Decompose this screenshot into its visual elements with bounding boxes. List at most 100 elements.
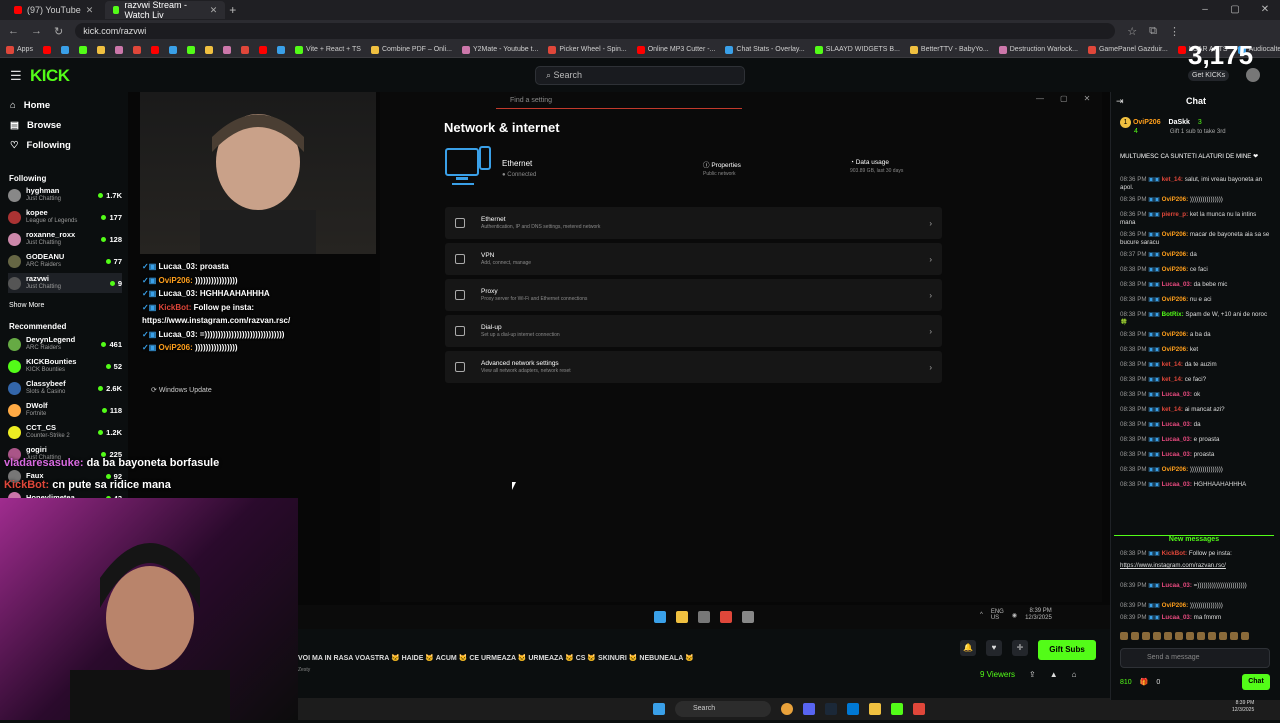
minimize-button[interactable]: –	[1190, 0, 1220, 20]
bookmark-item[interactable]: Destruction Warlock...	[998, 45, 1078, 54]
back-icon[interactable]: ←	[8, 25, 19, 37]
forward-icon[interactable]: →	[31, 25, 42, 37]
emote-bar[interactable]	[1120, 632, 1270, 644]
bookmark-item[interactable]: Online MP3 Cutter -...	[636, 45, 715, 54]
heart-icon[interactable]: ♥	[986, 640, 1002, 656]
maximize-button[interactable]: ▢	[1220, 0, 1250, 20]
bookmark-label: Vite + React + TS	[305, 46, 361, 53]
channel-item[interactable]: CCT_CS Counter-Strike 2 1.2K	[8, 422, 122, 442]
bookmark-item[interactable]	[60, 45, 69, 54]
bookmark-item[interactable]: SLAAYD WIDGETS B...	[814, 45, 900, 54]
taskbar-search[interactable]: Search	[675, 701, 771, 717]
bookmark-item[interactable]	[114, 45, 123, 54]
kick-logo[interactable]: KICK	[30, 66, 70, 86]
steam-icon[interactable]	[825, 703, 837, 715]
bookmark-icon	[150, 45, 159, 54]
vscode-icon[interactable]	[847, 703, 859, 715]
bookmark-item[interactable]	[186, 45, 195, 54]
user-avatar[interactable]	[1246, 68, 1260, 82]
bookmark-item[interactable]: GamePanel Gazduir...	[1087, 45, 1168, 54]
bookmark-item[interactable]: Combine PDF – Onli...	[370, 45, 452, 54]
channel-item[interactable]: DWolf Fortnite 118	[8, 400, 122, 420]
msg-text: ))))))))))))))))	[1189, 602, 1223, 609]
gift-icon[interactable]: 🎁	[1140, 678, 1149, 686]
bookmark-item[interactable]	[132, 45, 141, 54]
bookmark-item[interactable]	[276, 45, 285, 54]
bookmark-item[interactable]	[150, 45, 159, 54]
alert-icon[interactable]: ▲	[1050, 670, 1058, 679]
bookmark-item[interactable]	[240, 45, 249, 54]
channel-item[interactable]: kopee League of Legends 177	[8, 207, 122, 227]
badge-icon: ▣▣	[1148, 391, 1160, 398]
channel-item[interactable]: razvwi Just Chatting 9	[8, 273, 122, 293]
viewer-count: 9 Viewers	[980, 670, 1015, 679]
url-field[interactable]: kick.com/razvwi	[75, 23, 1116, 39]
close-icon[interactable]: ✕	[86, 5, 94, 16]
bookmark-item[interactable]	[222, 45, 231, 54]
star-icon[interactable]: ☆	[1127, 25, 1137, 38]
settings-search-input: Find a setting	[496, 97, 742, 109]
menu-dots-icon[interactable]: ⋮	[1169, 25, 1180, 38]
theater-icon[interactable]: ⌂	[1072, 670, 1077, 679]
bookmark-item[interactable]	[78, 45, 87, 54]
bookmark-item[interactable]: Y2Mate - Youtube t...	[462, 45, 538, 54]
channel-item[interactable]: DevynLegend ARC Raiders 461	[8, 334, 122, 354]
msg-text: ))))))))))))))))	[1189, 196, 1223, 203]
menu-icon[interactable]: ☰	[10, 68, 22, 84]
channel-item[interactable]: hyghman Just Chatting 1.7K	[8, 185, 122, 205]
more-icon[interactable]: ✛	[1012, 640, 1028, 656]
folder-icon[interactable]	[869, 703, 881, 715]
home-icon: ⌂	[10, 100, 16, 111]
reload-icon[interactable]: ↻	[54, 25, 63, 38]
tab-youtube[interactable]: (97) YouTube ✕	[6, 1, 101, 19]
bookmark-item[interactable]	[42, 45, 51, 54]
bookmark-item[interactable]: Apps	[6, 45, 33, 54]
bookmark-item[interactable]	[204, 45, 213, 54]
chrome-icon[interactable]	[781, 703, 793, 715]
msg-user: Lucaa_03:	[1161, 451, 1192, 458]
data-usage-sub: 903.89 GB, last 30 days	[850, 168, 904, 174]
bookmark-item[interactable]: Chat Stats - Overlay...	[725, 45, 805, 54]
extensions-icon[interactable]: ⧉	[1149, 25, 1157, 38]
chat-send-button[interactable]: Chat	[1242, 674, 1270, 690]
ethernet-name: Ethernet	[502, 159, 533, 168]
points-count[interactable]: 810	[1120, 679, 1132, 686]
share-icon[interactable]: ⇪	[1029, 670, 1036, 679]
new-tab-button[interactable]: +	[229, 3, 236, 17]
msg-user: OviP206:	[1161, 346, 1189, 353]
close-window-button[interactable]: ✕	[1250, 0, 1280, 20]
search-input[interactable]: ⌕ Search	[535, 66, 745, 85]
bookmark-icon	[1177, 45, 1186, 54]
nav-home[interactable]: ⌂ Home	[10, 100, 50, 111]
windows-start-icon[interactable]	[653, 703, 665, 715]
bell-icon[interactable]: 🔔	[960, 640, 976, 656]
gift-subs-button[interactable]: Gift Subs	[1038, 640, 1096, 660]
settings-row: Proxy Proxy server for Wi-Fi and Ethernet…	[445, 279, 942, 311]
app-icon[interactable]	[913, 703, 925, 715]
show-more-link[interactable]: Show More	[9, 302, 44, 309]
bookmark-item[interactable]	[168, 45, 177, 54]
get-kicks-button[interactable]: Get KICKs	[1188, 70, 1230, 81]
bookmark-item[interactable]: BetterTTV - BabyYo...	[909, 45, 989, 54]
channel-item[interactable]: Classybeef Slots & Casino 2.6K	[8, 378, 122, 398]
kick-icon[interactable]	[891, 703, 903, 715]
stream-alert: KickBot: cn pute sa ridice mana	[4, 479, 171, 491]
bookmark-item[interactable]	[96, 45, 105, 54]
tab-kick[interactable]: razvwi Stream - Watch Liv ✕	[105, 0, 226, 20]
ticker-credit: Zesty	[298, 667, 311, 673]
nav-browse[interactable]: ▤ Browse	[10, 120, 61, 131]
bookmark-item[interactable]: Picker Wheel - Spin...	[548, 45, 627, 54]
nav-following[interactable]: ♡ Following	[10, 140, 71, 151]
channel-item[interactable]: roxanne_roxx Just Chatting 128	[8, 229, 122, 249]
channel-item[interactable]: KICKBounties KICK Bounties 52	[8, 356, 122, 376]
bookmark-item[interactable]: Vite + React + TS	[294, 45, 361, 54]
bookmark-label: GamePanel Gazduir...	[1098, 46, 1168, 53]
discord-icon[interactable]	[803, 703, 815, 715]
channel-avatar	[8, 381, 21, 395]
bookmark-item[interactable]	[258, 45, 267, 54]
close-icon[interactable]: ✕	[210, 5, 218, 16]
channel-item[interactable]: GODEANU ARC Raiders 77	[8, 251, 122, 271]
tray-language: ENG US	[990, 609, 1004, 621]
chat-input[interactable]: Send a message	[1120, 648, 1270, 668]
collapse-chat-icon[interactable]: ⇥	[1116, 96, 1124, 107]
